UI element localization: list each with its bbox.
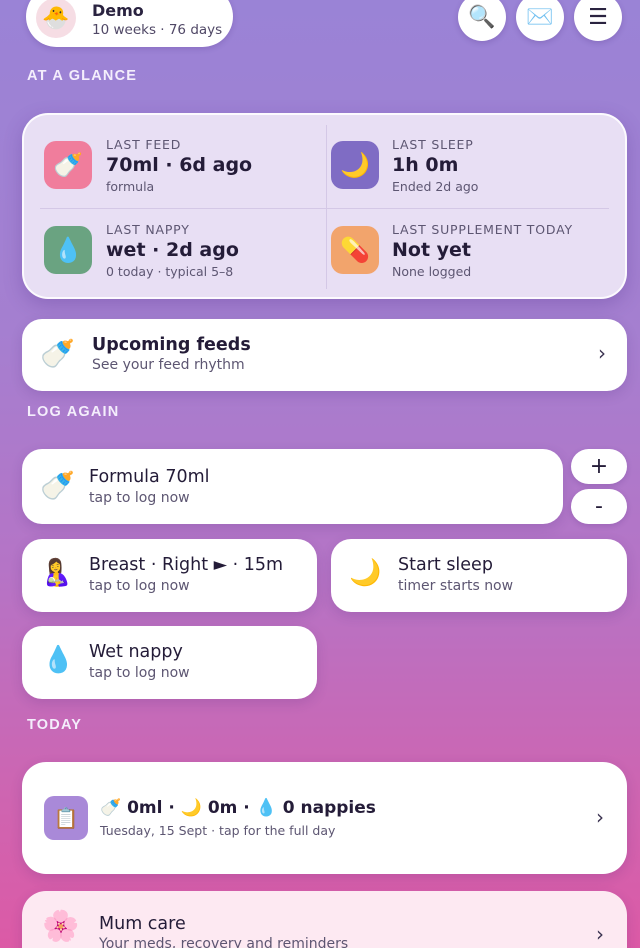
chevron-right-icon: › xyxy=(596,922,604,946)
mum-care-card[interactable]: 🌸 Mum care Your meds, recovery and remin… xyxy=(22,891,627,948)
decrease-amount-button[interactable]: - xyxy=(571,489,627,524)
at-a-glance-card: 🍼 LAST FEED 70ml · 6d ago formula 🌙 LAST… xyxy=(22,113,627,299)
menu-button[interactable]: ☰ xyxy=(574,0,622,41)
last-feed-sub: formula xyxy=(106,179,155,194)
last-feed-label: LAST FEED xyxy=(106,137,182,152)
hamburger-icon: ☰ xyxy=(588,4,608,30)
log-breast-card[interactable]: 🤱 Breast · Right ► · 15m tap to log now xyxy=(22,539,317,612)
today-date: Tuesday, 15 Sept · tap for the full day xyxy=(100,823,336,838)
chevron-right-icon: › xyxy=(598,341,606,365)
breastfeeding-icon: 🤱 xyxy=(40,558,73,588)
last-nappy-value: wet · 2d ago xyxy=(106,239,239,261)
start-sleep-title: Start sleep xyxy=(398,555,493,575)
log-formula-title: Formula 70ml xyxy=(89,467,210,487)
chevron-right-icon: › xyxy=(596,805,604,829)
clipboard-icon: 📋 xyxy=(44,796,88,840)
inbox-button[interactable]: ✉️ xyxy=(516,0,564,41)
mum-care-title: Mum care xyxy=(99,914,186,934)
plus-icon: + xyxy=(589,454,609,479)
section-at-a-glance: AT A GLANCE xyxy=(27,68,138,84)
baby-avatar: 🐣 xyxy=(36,0,76,38)
last-supplement-value: Not yet xyxy=(392,239,472,261)
mum-care-sub: Your meds, recovery and reminders xyxy=(99,936,349,948)
last-sleep-label: LAST SLEEP xyxy=(392,137,474,152)
last-sleep-sub: Ended 2d ago xyxy=(392,179,479,194)
moon-icon: 🌙 xyxy=(349,558,382,588)
today-summary-card[interactable]: 📋 🍼 0ml · 🌙 0m · 💧 0 nappies Tuesday, 15… xyxy=(22,762,627,874)
droplet-icon: 💧 xyxy=(44,226,92,274)
log-formula-card[interactable]: 🍼 Formula 70ml tap to log now xyxy=(22,449,563,524)
profile-age: 10 weeks · 76 days xyxy=(92,22,223,38)
profile-name: Demo xyxy=(92,1,144,20)
search-button[interactable]: 🔍 xyxy=(458,0,506,41)
upcoming-feeds-title: Upcoming feeds xyxy=(92,335,251,355)
start-sleep-sub: timer starts now xyxy=(398,578,514,594)
bottle-icon: 🍼 xyxy=(40,469,75,502)
profile-switcher[interactable]: 🐣 Demo 10 weeks · 76 days xyxy=(26,0,233,47)
increase-amount-button[interactable]: + xyxy=(571,449,627,484)
droplet-icon: 💧 xyxy=(42,645,75,675)
log-wet-nappy-title: Wet nappy xyxy=(89,642,183,662)
glance-divider xyxy=(326,125,327,289)
upcoming-feeds-sub: See your feed rhythm xyxy=(92,357,245,373)
section-today: TODAY xyxy=(27,717,83,733)
bottle-icon: 🍼 xyxy=(44,141,92,189)
log-formula-sub: tap to log now xyxy=(89,490,190,506)
last-supplement-label: LAST SUPPLEMENT TODAY xyxy=(392,222,573,237)
log-breast-sub: tap to log now xyxy=(89,578,190,594)
today-stats: 🍼 0ml · 🌙 0m · 💧 0 nappies xyxy=(100,798,376,818)
glance-divider xyxy=(40,208,609,209)
last-sleep-value: 1h 0m xyxy=(392,154,459,176)
minus-icon: - xyxy=(595,494,603,519)
flower-icon: 🌸 xyxy=(42,909,80,944)
start-sleep-card[interactable]: 🌙 Start sleep timer starts now xyxy=(331,539,627,612)
last-nappy-label: LAST NAPPY xyxy=(106,222,190,237)
upcoming-feeds-card[interactable]: 🍼 Upcoming feeds See your feed rhythm › xyxy=(22,319,627,391)
last-supplement-sub: None logged xyxy=(392,264,472,279)
log-breast-title: Breast · Right ► · 15m xyxy=(89,555,284,575)
log-wet-nappy-sub: tap to log now xyxy=(89,665,190,681)
pill-icon: 💊 xyxy=(331,226,379,274)
log-wet-nappy-card[interactable]: 💧 Wet nappy tap to log now xyxy=(22,626,317,699)
search-icon: 🔍 xyxy=(468,4,496,30)
last-feed-value: 70ml · 6d ago xyxy=(106,154,253,176)
last-nappy-sub: 0 today · typical 5–8 xyxy=(106,264,234,279)
bottle-icon: 🍼 xyxy=(40,337,75,370)
moon-icon: 🌙 xyxy=(331,141,379,189)
section-log-again: LOG AGAIN xyxy=(27,404,120,420)
envelope-icon: ✉️ xyxy=(526,4,554,30)
